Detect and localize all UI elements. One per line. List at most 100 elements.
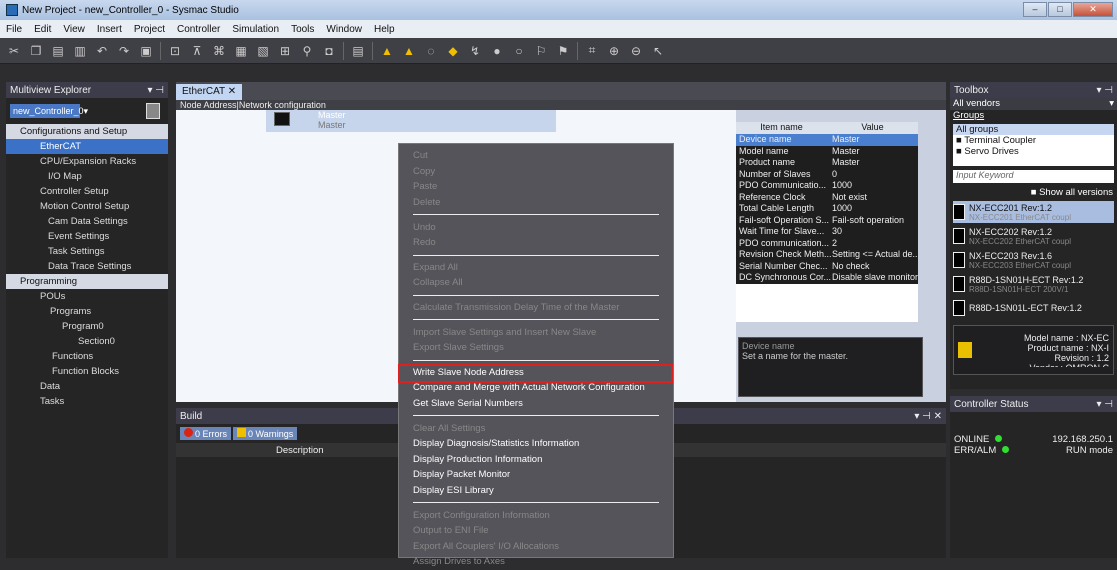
show-all-versions-checkbox[interactable]: ■ Show all versions [950, 187, 1117, 199]
keyword-input[interactable]: Input Keyword [953, 170, 1114, 183]
property-row[interactable]: Fail-soft Operation S... Fail-soft operat… [736, 214, 918, 226]
menu-file[interactable]: File [6, 24, 22, 35]
zoom-out-icon[interactable]: ⊖ [628, 43, 644, 59]
toolbar-icon-m[interactable]: ○ [511, 43, 527, 59]
group-all[interactable]: All groups [953, 124, 1114, 135]
master-node[interactable]: Master Master [266, 110, 556, 132]
delete-icon[interactable]: ▥ [72, 43, 88, 59]
minimize-button[interactable]: – [1023, 2, 1047, 17]
property-row[interactable]: DC Synchronous Cor... Disable slave monit… [736, 272, 918, 284]
group-servo-drives[interactable]: ■ Servo Drives [953, 146, 1114, 157]
property-row[interactable]: Model name Master [736, 145, 918, 157]
redo-icon[interactable]: ↷ [116, 43, 132, 59]
toolbar-icon-o[interactable]: ⚑ [555, 43, 571, 59]
tree-item[interactable]: Functions [6, 349, 168, 364]
toolbar-icon-n[interactable]: ⚐ [533, 43, 549, 59]
paste-icon[interactable]: ▤ [50, 43, 66, 59]
tree-item[interactable]: I/O Map [6, 169, 168, 184]
tree-item[interactable]: Programs [6, 304, 168, 319]
menu-view[interactable]: View [63, 24, 85, 35]
close-button[interactable]: ✕ [1073, 2, 1113, 17]
property-row[interactable]: Number of Slaves 0 [736, 168, 918, 180]
toolbar-icon-d[interactable]: ▦ [233, 43, 249, 59]
menu-insert[interactable]: Insert [97, 24, 122, 35]
menu-window[interactable]: Window [326, 24, 362, 35]
menu-tools[interactable]: Tools [291, 24, 314, 35]
toolbar-icon-j[interactable]: ◆ [445, 43, 461, 59]
menu-controller[interactable]: Controller [177, 24, 220, 35]
menu-edit[interactable]: Edit [34, 24, 51, 35]
menu-help[interactable]: Help [374, 24, 395, 35]
tree-item[interactable]: Programming [6, 274, 168, 289]
context-menu-item[interactable]: Display Diagnosis/Statistics Information [399, 436, 673, 452]
online-icon[interactable]: ▲ [379, 43, 395, 59]
toolbar-icon-i[interactable]: ◌ [423, 43, 439, 59]
tree-item[interactable]: Function Blocks [6, 364, 168, 379]
tree-item[interactable]: Cam Data Settings [6, 214, 168, 229]
toolbar-icon-e[interactable]: ▧ [255, 43, 271, 59]
tree-item[interactable]: Motion Control Setup [6, 199, 168, 214]
device-list-item[interactable]: R88D-1SN01L-ECT Rev:1.2 [953, 297, 1114, 319]
toolbar-icon-b[interactable]: ⊼ [189, 43, 205, 59]
group-terminal-coupler[interactable]: ■ Terminal Coupler [953, 135, 1114, 146]
menu-simulation[interactable]: Simulation [232, 24, 279, 35]
toolbar-icon-l[interactable]: ● [489, 43, 505, 59]
toolbar-icon-f[interactable]: ⊞ [277, 43, 293, 59]
property-row[interactable]: Product name Master [736, 157, 918, 169]
property-row[interactable]: Total Cable Length 1000 [736, 203, 918, 215]
device-list-item[interactable]: NX-ECC203 Rev:1.6 NX-ECC203 EtherCAT coup… [953, 249, 1114, 271]
tree-item[interactable]: EtherCAT [6, 139, 168, 154]
menu-project[interactable]: Project [134, 24, 165, 35]
tree-item[interactable]: Data Trace Settings [6, 259, 168, 274]
tree-item[interactable]: Data [6, 379, 168, 394]
pin-icon[interactable]: ▾ ⊣ ✕ [914, 411, 942, 422]
column-description[interactable]: Description [276, 445, 324, 456]
property-row[interactable]: Serial Number Chec... No check [736, 260, 918, 272]
errors-filter-button[interactable]: 0 Errors [180, 427, 232, 440]
toolbar-icon-q[interactable]: ↖ [650, 43, 666, 59]
pin-icon[interactable]: ▾ ⊣ [1096, 399, 1113, 410]
close-icon[interactable]: ✕ [228, 86, 236, 97]
tree-item[interactable]: Configurations and Setup [6, 124, 168, 139]
controller-icon[interactable] [146, 103, 160, 119]
find-icon[interactable]: ⚲ [299, 43, 315, 59]
toolbar-icon-c[interactable]: ⌘ [211, 43, 227, 59]
tree-item[interactable]: Section0 [6, 334, 168, 349]
device-list-item[interactable]: NX-ECC201 Rev:1.2 NX-ECC201 EtherCAT coup… [953, 201, 1114, 223]
tree-item[interactable]: Tasks [6, 394, 168, 409]
toolbar-icon-h[interactable]: ▤ [350, 43, 366, 59]
tree-item[interactable]: CPU/Expansion Racks [6, 154, 168, 169]
toolbar-icon-p[interactable]: ⌗ [584, 43, 600, 59]
property-row[interactable]: PDO Communicatio... 1000 [736, 180, 918, 192]
context-menu-item[interactable]: Display Production Information [399, 452, 673, 468]
vendor-select[interactable]: All vendors ▾ [950, 98, 1117, 110]
property-row[interactable]: PDO communication... 2 [736, 237, 918, 249]
pin-icon[interactable]: ▾ ⊣ [147, 85, 164, 96]
property-row[interactable]: Reference Clock Not exist [736, 191, 918, 203]
tab-ethercat[interactable]: EtherCAT ✕ [176, 84, 243, 100]
save-icon[interactable]: ▣ [138, 43, 154, 59]
device-list-item[interactable]: NX-ECC202 Rev:1.2 NX-ECC202 EtherCAT coup… [953, 225, 1114, 247]
warnings-filter-button[interactable]: 0 Warnings [233, 427, 298, 440]
context-menu-item[interactable]: Display ESI Library [399, 483, 673, 499]
cut-icon[interactable]: ✂ [6, 43, 22, 59]
offline-icon[interactable]: ▲ [401, 43, 417, 59]
device-list-item[interactable]: R88D-1SN01H-ECT Rev:1.2 R88D-1SN01H-ECT 2… [953, 273, 1114, 295]
toolbar-icon-a[interactable]: ⊡ [167, 43, 183, 59]
context-menu-item[interactable]: Display Packet Monitor [399, 467, 673, 483]
controller-select[interactable]: new_Controller_0 ▾ [10, 104, 88, 118]
copy-icon[interactable]: ❐ [28, 43, 44, 59]
zoom-in-icon[interactable]: ⊕ [606, 43, 622, 59]
pin-icon[interactable]: ▾ ⊣ [1096, 85, 1113, 96]
toolbar-icon-g[interactable]: ◘ [321, 43, 337, 59]
tree-item[interactable]: Program0 [6, 319, 168, 334]
toolbar-icon-k[interactable]: ↯ [467, 43, 483, 59]
context-menu-item[interactable]: Get Slave Serial Numbers [399, 396, 673, 412]
tree-item[interactable]: Controller Setup [6, 184, 168, 199]
property-row[interactable]: Revision Check Meth... Setting <= Actual … [736, 249, 918, 261]
tree-item[interactable]: POUs [6, 289, 168, 304]
tree-item[interactable]: Event Settings [6, 229, 168, 244]
undo-icon[interactable]: ↶ [94, 43, 110, 59]
maximize-button[interactable]: □ [1048, 2, 1072, 17]
tree-item[interactable]: Task Settings [6, 244, 168, 259]
